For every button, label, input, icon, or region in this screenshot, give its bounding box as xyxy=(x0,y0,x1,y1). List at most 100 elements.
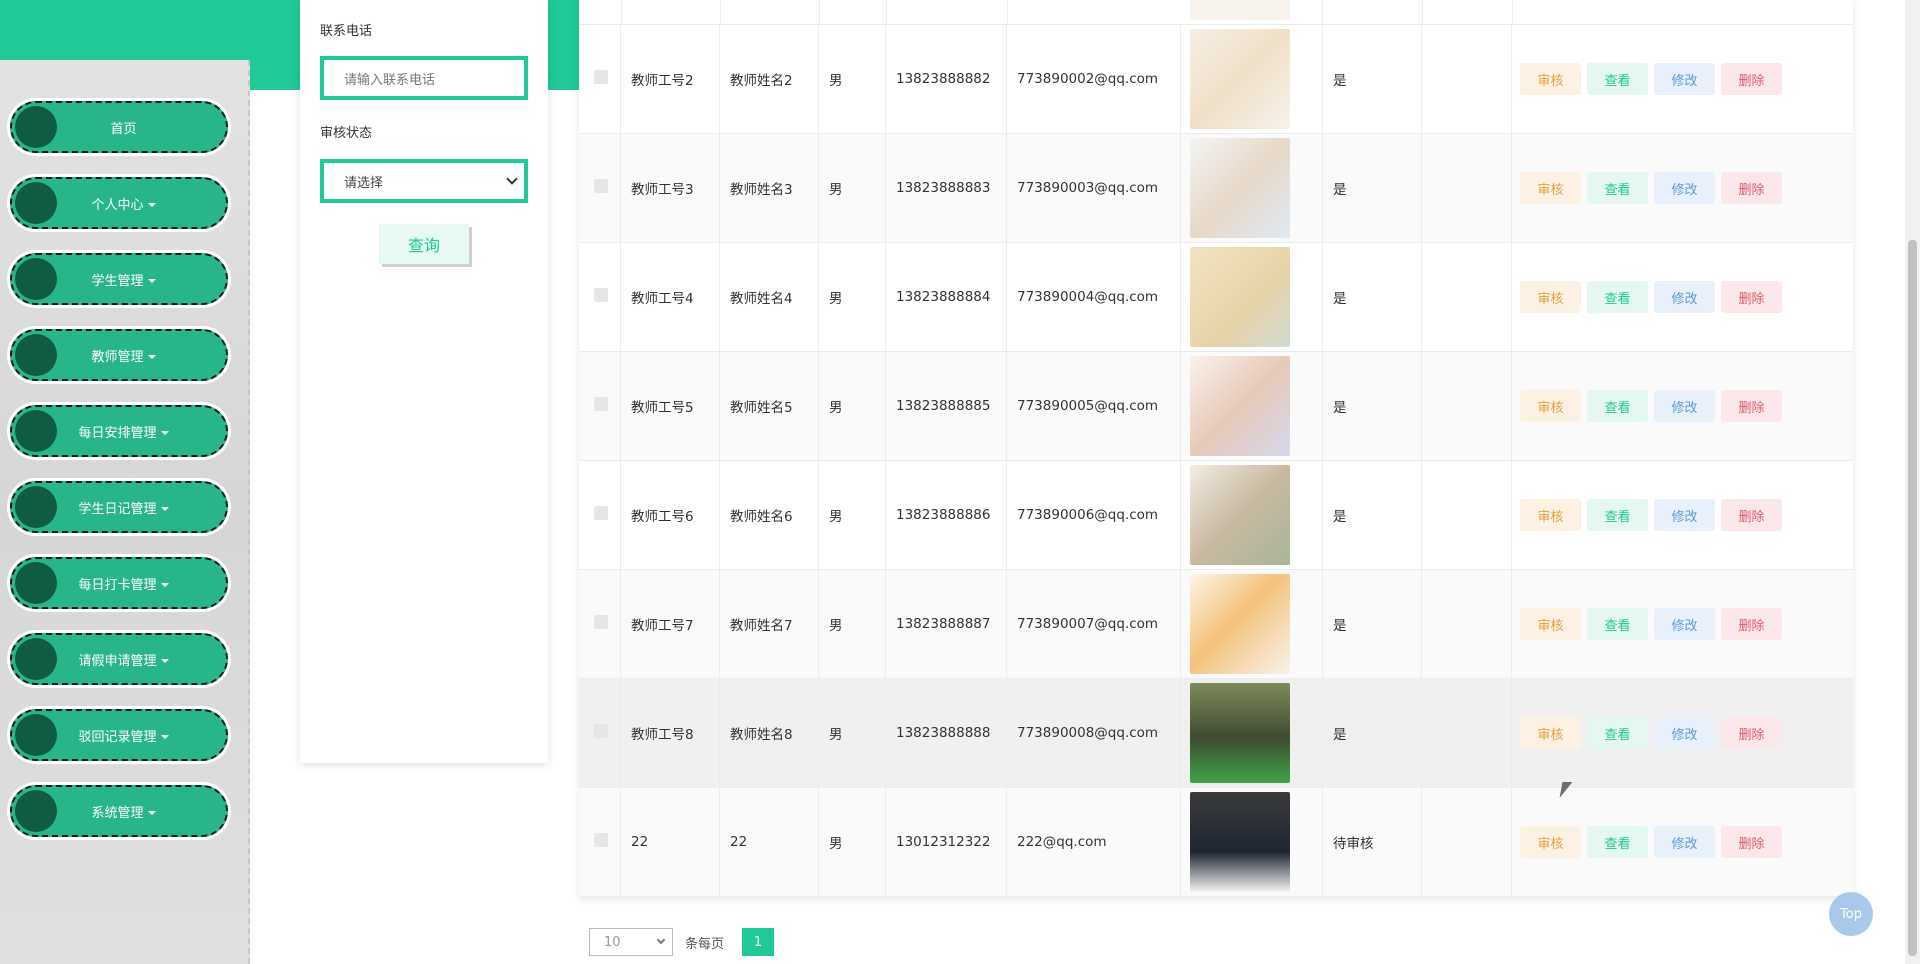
page-size-select[interactable]: 10 xyxy=(589,928,673,956)
view-button[interactable]: 查看 xyxy=(1587,281,1648,313)
sidebar-item-student-management[interactable]: 学生管理 xyxy=(10,253,228,305)
teacher-photo-teacher-pointer xyxy=(1190,574,1290,674)
delete-button[interactable]: 删除 xyxy=(1721,172,1782,204)
sidebar-item-teacher-management[interactable]: 教师管理 xyxy=(10,329,228,381)
nav-dot-icon xyxy=(15,562,57,604)
audit-status: 待审核 xyxy=(1323,788,1422,896)
view-button[interactable]: 查看 xyxy=(1587,717,1648,749)
teacher-id: 教师工号3 xyxy=(621,134,720,242)
delete-button[interactable]: 删除 xyxy=(1721,390,1782,422)
teacher-phone: 13823888883 xyxy=(886,134,1007,242)
search-panel: 联系电话 请输入联系电话 审核状态 请选择 查询 xyxy=(300,0,548,763)
sidebar-item-system-management[interactable]: 系统管理 xyxy=(10,785,228,837)
row-checkbox[interactable] xyxy=(593,724,608,738)
audit-button[interactable]: 审核 xyxy=(1520,281,1581,313)
row-checkbox[interactable] xyxy=(593,397,608,411)
sidebar-item-daily-checkin[interactable]: 每日打卡管理 xyxy=(10,557,228,609)
sidebar-item-home[interactable]: 首页 xyxy=(10,101,228,153)
view-button[interactable]: 查看 xyxy=(1587,63,1648,95)
photo-cell xyxy=(1181,679,1323,787)
delete-button[interactable]: 删除 xyxy=(1721,826,1782,858)
audit-button[interactable]: 审核 xyxy=(1520,499,1581,531)
caret-down-icon xyxy=(160,735,169,739)
edit-button[interactable]: 修改 xyxy=(1654,826,1715,858)
back-to-top-button[interactable]: Top xyxy=(1829,892,1873,936)
caret-down-icon xyxy=(160,431,169,435)
page-number-current[interactable]: 1 xyxy=(742,928,775,956)
teacher-email: 222@qq.com xyxy=(1007,788,1181,896)
delete-button[interactable]: 删除 xyxy=(1721,608,1782,640)
teacher-id: 教师工号7 xyxy=(621,570,720,678)
table-row: 22 22 男 13012312322 222@qq.com 待审核 审核 查看… xyxy=(579,788,1853,897)
teacher-photo-man-in-suit xyxy=(1190,792,1290,892)
table-row: 教师工号3 教师姓名3 男 13823888883 773890003@qq.c… xyxy=(579,134,1853,243)
teacher-phone: 13823888887 xyxy=(886,570,1007,678)
teacher-id: 教师工号5 xyxy=(621,352,720,460)
caret-down-icon xyxy=(147,203,156,207)
sidebar-item-personal-center[interactable]: 个人中心 xyxy=(10,177,228,229)
nav-dot-icon xyxy=(15,486,57,528)
sidebar-item-rejection-records[interactable]: 驳回记录管理 xyxy=(10,709,228,761)
view-button[interactable]: 查看 xyxy=(1587,172,1648,204)
audit-button[interactable]: 审核 xyxy=(1520,390,1581,422)
scrollbar-thumb[interactable] xyxy=(1908,240,1917,956)
status-select[interactable]: 请选择 xyxy=(320,159,528,203)
photo-cell xyxy=(1181,243,1323,351)
audit-button[interactable]: 审核 xyxy=(1520,608,1581,640)
query-button[interactable]: 查询 xyxy=(379,224,469,264)
audit-button[interactable]: 审核 xyxy=(1520,63,1581,95)
delete-button[interactable]: 删除 xyxy=(1721,281,1782,313)
checkbox-cell xyxy=(579,243,621,351)
view-button[interactable]: 查看 xyxy=(1587,826,1648,858)
audit-status: 是 xyxy=(1323,679,1422,787)
row-checkbox[interactable] xyxy=(593,615,608,629)
table-row: 教师工号6 教师姓名6 男 13823888886 773890006@qq.c… xyxy=(579,461,1853,570)
audit-status: 是 xyxy=(1323,25,1422,133)
edit-button[interactable]: 修改 xyxy=(1654,390,1715,422)
edit-button[interactable]: 修改 xyxy=(1654,717,1715,749)
teacher-phone: 13012312322 xyxy=(886,788,1007,896)
edit-button[interactable]: 修改 xyxy=(1654,172,1715,204)
row-checkbox[interactable] xyxy=(593,179,608,193)
view-button[interactable]: 查看 xyxy=(1587,499,1648,531)
audit-button[interactable]: 审核 xyxy=(1520,172,1581,204)
teacher-name: 教师姓名7 xyxy=(720,570,819,678)
teacher-id: 22 xyxy=(621,788,720,896)
actions-cell: 审核 查看 修改 删除 xyxy=(1512,570,1853,678)
edit-button[interactable]: 修改 xyxy=(1654,608,1715,640)
sidebar: 首页 个人中心 学生管理 教师管理 每日安排管理 学生日记管理 每日打卡管理 请… xyxy=(0,60,250,964)
empty-cell xyxy=(1422,134,1512,242)
sidebar-item-student-diary[interactable]: 学生日记管理 xyxy=(10,481,228,533)
caret-down-icon xyxy=(160,583,169,587)
checkbox-cell xyxy=(579,461,621,569)
edit-button[interactable]: 修改 xyxy=(1654,281,1715,313)
teacher-gender: 男 xyxy=(819,25,886,133)
audit-status: 是 xyxy=(1323,134,1422,242)
delete-button[interactable]: 删除 xyxy=(1721,499,1782,531)
view-button[interactable]: 查看 xyxy=(1587,390,1648,422)
row-checkbox[interactable] xyxy=(593,833,608,847)
delete-button[interactable]: 删除 xyxy=(1721,63,1782,95)
row-checkbox[interactable] xyxy=(593,70,608,84)
scrollbar[interactable] xyxy=(1905,0,1920,964)
edit-button[interactable]: 修改 xyxy=(1654,63,1715,95)
edit-button[interactable]: 修改 xyxy=(1654,499,1715,531)
sidebar-item-leave-request[interactable]: 请假申请管理 xyxy=(10,633,228,685)
delete-button[interactable]: 删除 xyxy=(1721,717,1782,749)
audit-status: 是 xyxy=(1323,352,1422,460)
teacher-name: 22 xyxy=(720,788,819,896)
phone-input[interactable]: 请输入联系电话 xyxy=(320,56,528,100)
page-size-value: 10 xyxy=(604,934,621,950)
row-checkbox[interactable] xyxy=(593,288,608,302)
sidebar-item-label: 驳回记录管理 xyxy=(78,729,157,745)
status-selected-value: 请选择 xyxy=(344,175,384,191)
teacher-phone: 13823888885 xyxy=(886,352,1007,460)
view-button[interactable]: 查看 xyxy=(1587,608,1648,640)
sidebar-item-label: 请假申请管理 xyxy=(78,653,157,669)
audit-button[interactable]: 审核 xyxy=(1520,826,1581,858)
sidebar-item-daily-schedule[interactable]: 每日安排管理 xyxy=(10,405,228,457)
audit-button[interactable]: 审核 xyxy=(1520,717,1581,749)
teacher-table: 教师工号2 教师姓名2 男 13823888882 773890002@qq.c… xyxy=(579,0,1853,897)
photo-cell xyxy=(1181,25,1323,133)
row-checkbox[interactable] xyxy=(593,506,608,520)
